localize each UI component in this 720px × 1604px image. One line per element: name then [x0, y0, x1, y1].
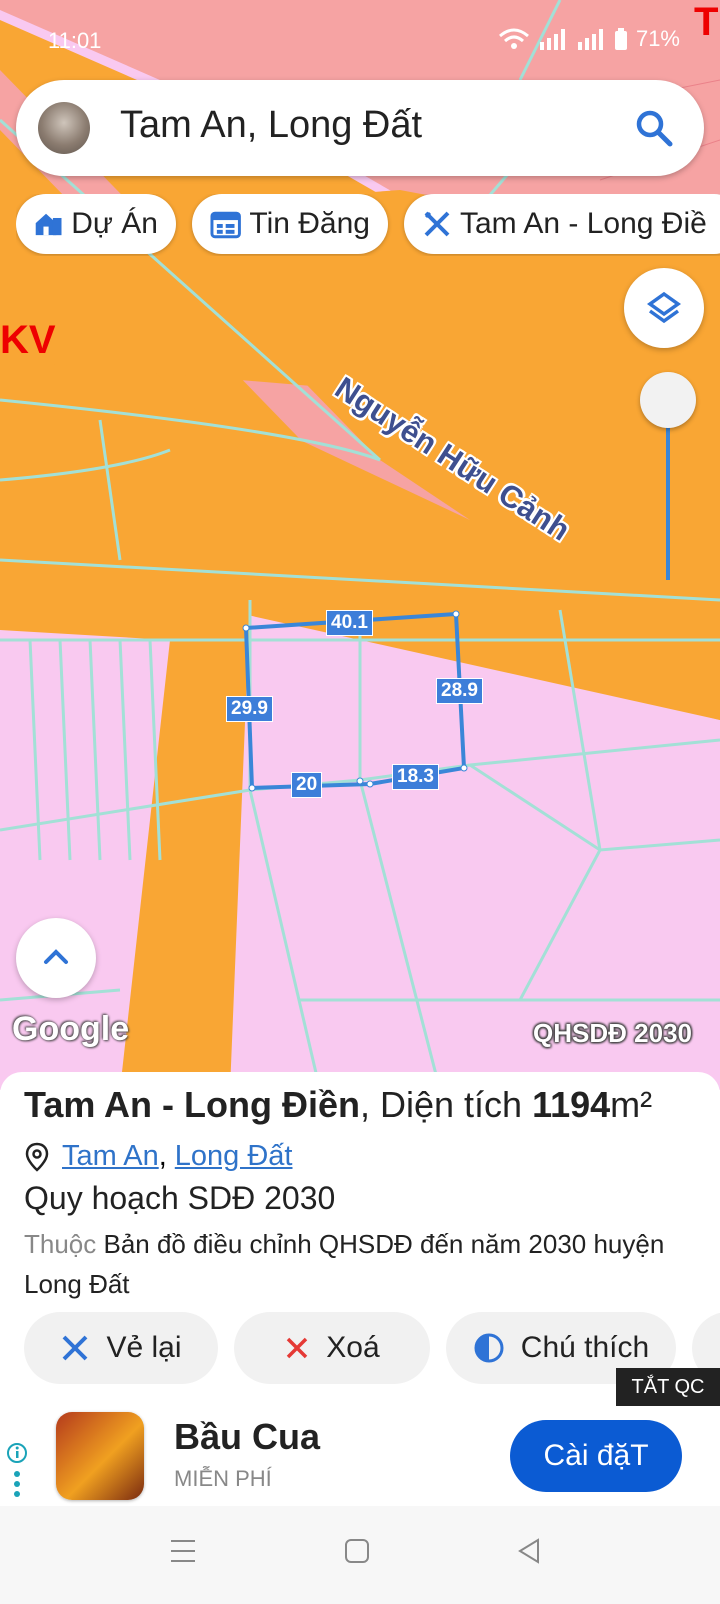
planning-description: Thuộc Bản đồ điều chỉnh QHSDĐ đến năm 20… [24, 1224, 684, 1304]
chip-label: Tin Đăng [249, 207, 370, 240]
description-prefix: Thuộc [24, 1229, 97, 1259]
calendar-icon [210, 211, 241, 239]
opacity-slider-handle[interactable] [640, 372, 696, 428]
battery-percent: 71% [635, 26, 680, 51]
google-logo: Google [12, 1010, 130, 1048]
system-nav-bar [0, 1506, 720, 1604]
layers-button[interactable] [624, 268, 704, 348]
location-link-district[interactable]: Long Đất [175, 1140, 293, 1173]
chip-listings[interactable]: Tin Đăng [192, 194, 388, 254]
delete-label: Xoá [326, 1331, 380, 1364]
redraw-label: Vẻ lại [106, 1331, 182, 1364]
expand-sheet-button[interactable] [16, 918, 96, 998]
signal-icon [539, 29, 565, 50]
delete-button[interactable]: Xoá [234, 1312, 430, 1384]
battery-icon [614, 28, 627, 50]
search-bar[interactable]: Tam An, Long Đất [16, 80, 704, 176]
parcel-title: Tam An - Long Điền, Diện tích 1194m² [24, 1084, 652, 1126]
dimension-label-bottom-right: 18.3 [392, 764, 439, 790]
chip-projects[interactable]: Dự Án [16, 194, 176, 254]
menu-icon[interactable] [170, 1538, 196, 1564]
chevron-up-icon [44, 949, 68, 964]
planning-title: Quy hoạch SDĐ 2030 [24, 1180, 336, 1216]
location-pin-icon [25, 1142, 49, 1172]
draw-tools-icon [63, 1335, 88, 1361]
description-text: Bản đồ điều chỉnh QHSDĐ đến năm 2030 huy… [24, 1229, 665, 1299]
map-view[interactable]: T KV Nguyễn Hữu Cảnh 40.1 29.9 28.9 20 1… [0, 0, 720, 1090]
dimension-label-left: 29.9 [226, 696, 273, 722]
building-icon [35, 213, 62, 236]
area-prefix: , Diện tích [359, 1084, 533, 1125]
legend-label: Chú thích [520, 1331, 650, 1364]
app-name: Bầu Cua [174, 1416, 321, 1457]
parcel-name: Tam An - Long Điền [24, 1084, 360, 1125]
chip-area-drawing[interactable]: Tam An - Long Điề [404, 194, 720, 254]
search-input[interactable]: Tam An, Long Đất [120, 104, 422, 147]
signal-icon-2 [577, 29, 603, 50]
location-separator: , [158, 1140, 167, 1172]
back-icon[interactable] [516, 1538, 542, 1564]
area-value: 1194 [532, 1084, 611, 1125]
contrast-icon [474, 1333, 504, 1363]
app-icon[interactable] [56, 1412, 144, 1500]
home-icon[interactable] [344, 1538, 370, 1564]
action-buttons: Vẻ lại Xoá Chú thích [0, 1312, 720, 1388]
status-icons: 71% [498, 26, 680, 52]
status-time: 11:01 [48, 28, 102, 53]
redraw-button[interactable]: Vẻ lại [24, 1312, 218, 1384]
location-link-ward[interactable]: Tam An [62, 1140, 159, 1173]
ad-close-button[interactable]: TẮT QC [616, 1368, 720, 1406]
layers-icon [646, 291, 682, 324]
wifi-icon [498, 28, 529, 49]
area-unit: m² [610, 1084, 653, 1125]
ad-info-icon[interactable] [6, 1442, 28, 1500]
avatar[interactable] [38, 102, 90, 154]
install-button[interactable]: Cài đặT [510, 1420, 682, 1492]
dimension-label-bottom-left: 20 [291, 772, 323, 798]
filter-chips: Dự Án Tin Đăng Tam An - Long Điề [16, 194, 720, 256]
chip-label: Tam An - Long Điề [460, 207, 707, 240]
search-icon[interactable] [632, 106, 676, 150]
ad-banner[interactable]: Bầu Cua MIỄN PHÍ Cài đặT [0, 1406, 720, 1506]
dimension-label-top: 40.1 [326, 610, 373, 636]
draw-tools-icon [424, 211, 450, 237]
map-layer-label: QHSDĐ 2030 [533, 1018, 692, 1048]
parcel-location: Tam An, Long Đất [24, 1140, 292, 1173]
status-bar: 11:01 71% [0, 0, 720, 80]
map-zone-label: KV [0, 318, 56, 362]
chip-label: Dự Án [71, 207, 158, 240]
app-price: MIỄN PHÍ [174, 1466, 272, 1491]
close-icon [287, 1337, 308, 1359]
dimension-label-right: 28.9 [436, 678, 483, 704]
